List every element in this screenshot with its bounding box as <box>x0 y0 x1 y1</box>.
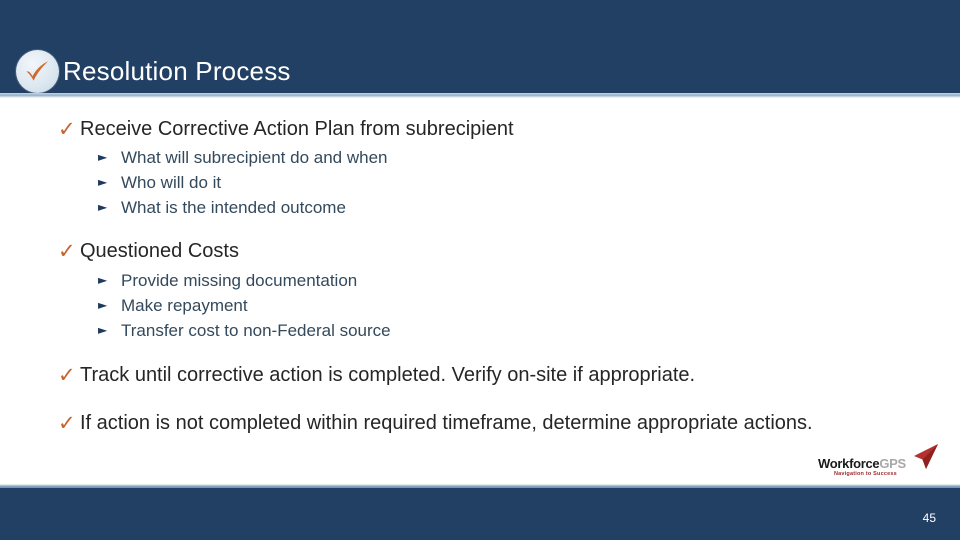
sub-bullet-item: ► Transfer cost to non-Federal source <box>98 318 858 343</box>
workforcegps-logo: WorkforceGPS Navigation to Success <box>818 443 940 483</box>
logo-word-primary: Workforce <box>818 456 880 471</box>
triangle-icon: ► <box>98 200 108 214</box>
red-arrow-icon <box>902 443 940 480</box>
sub-bullet-text: What will subrecipient do and when <box>121 148 388 167</box>
slide-header: Resolution Process <box>0 0 960 93</box>
bullet-item: ✓ Receive Corrective Action Plan from su… <box>58 116 888 143</box>
bullet-item: ✓ If action is not completed within requ… <box>58 410 918 437</box>
check-circle-icon <box>16 50 59 93</box>
bullet-text: Track until corrective action is complet… <box>80 364 696 386</box>
sub-bullet-item: ► Provide missing documentation <box>98 268 858 293</box>
bullet-item: ✓ Questioned Costs <box>58 238 888 265</box>
triangle-icon: ► <box>98 175 108 189</box>
triangle-icon: ► <box>98 150 108 164</box>
triangle-icon: ► <box>98 298 108 312</box>
bullet-item: ✓ Track until corrective action is compl… <box>58 362 918 389</box>
logo-word-secondary: GPS <box>879 456 906 471</box>
bullet-text: Receive Corrective Action Plan from subr… <box>80 118 514 140</box>
sub-bullet-item: ► What will subrecipient do and when <box>98 145 858 170</box>
page-number: 45 <box>922 511 936 525</box>
sub-bullet-item: ► What is the intended outcome <box>98 195 858 220</box>
page-title: Resolution Process <box>63 56 291 86</box>
check-icon: ✓ <box>58 239 76 263</box>
logo-wordmark: WorkforceGPS <box>818 456 906 471</box>
sub-bullet-item: ► Who will do it <box>98 170 858 195</box>
check-icon: ✓ <box>58 363 76 387</box>
sub-bullet-text: Make repayment <box>121 296 248 315</box>
triangle-icon: ► <box>98 273 108 287</box>
sub-bullet-text: Transfer cost to non-Federal source <box>121 321 391 340</box>
sub-bullet-text: Provide missing documentation <box>121 271 358 290</box>
check-icon: ✓ <box>58 117 76 141</box>
slide: Resolution Process ✓ Receive Corrective … <box>0 0 960 540</box>
logo-tagline: Navigation to Success <box>834 471 897 477</box>
sub-bullet-item: ► Make repayment <box>98 293 858 318</box>
sub-bullet-text: What is the intended outcome <box>121 198 346 217</box>
slide-body: ✓ Receive Corrective Action Plan from su… <box>0 98 960 487</box>
bullet-text: Questioned Costs <box>80 240 239 262</box>
sub-bullet-text: Who will do it <box>121 173 222 192</box>
check-icon: ✓ <box>58 411 76 435</box>
slide-footer: 45 <box>0 488 960 540</box>
triangle-icon: ► <box>98 323 108 337</box>
bullet-text: If action is not completed within requir… <box>80 412 813 434</box>
